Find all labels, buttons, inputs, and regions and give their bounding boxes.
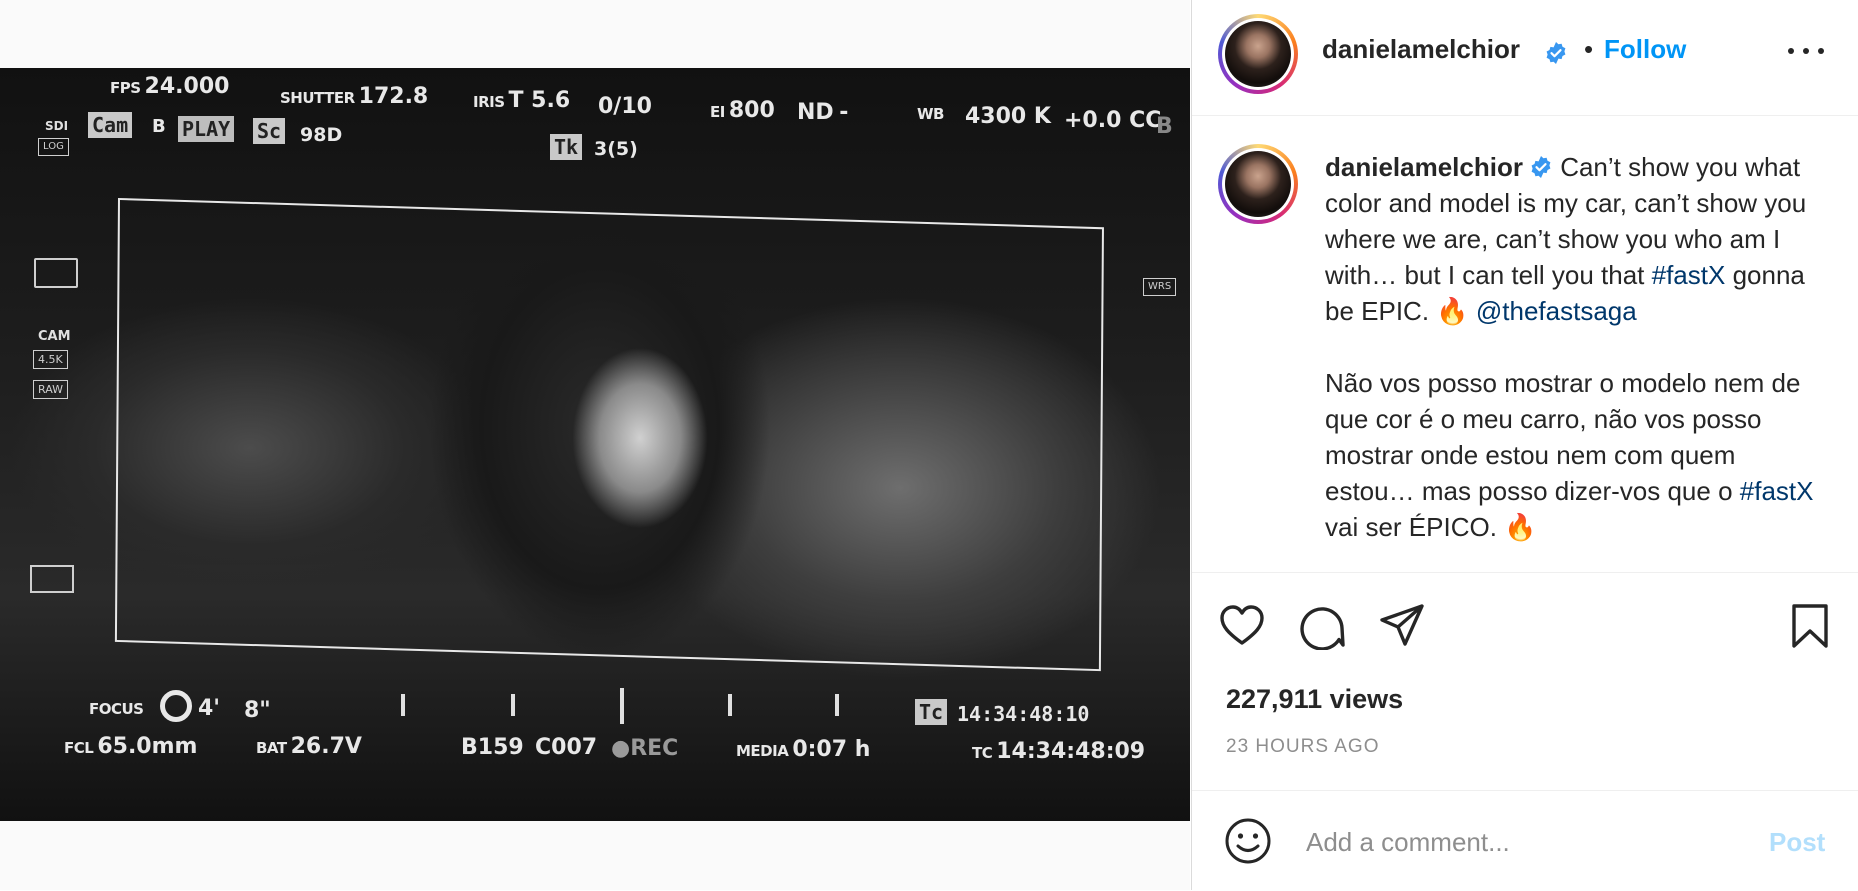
verified-badge-icon	[1546, 42, 1566, 64]
hud-reel: B159	[461, 735, 524, 760]
caption-avatar[interactable]	[1218, 144, 1298, 224]
post-timestamp[interactable]: 23 HOURS AGO	[1226, 736, 1380, 758]
hud-wrs: WRS	[1143, 278, 1177, 296]
post-comment-button[interactable]: Post	[1769, 827, 1825, 858]
hud-ei: EI 800	[710, 98, 775, 123]
hud-res: 4.5K	[33, 350, 68, 369]
hashtag-link[interactable]: #fastX	[1740, 476, 1814, 506]
hud-media: MEDIA 0:07 h	[736, 737, 871, 762]
caption-text: danielamelchior Can’t show you what colo…	[1325, 149, 1825, 545]
hud-cam-side: CAM	[38, 329, 71, 344]
hud-focus-in: 8"	[244, 698, 271, 723]
comment-input[interactable]	[1304, 819, 1748, 865]
hud-fcl: FCL 65.0mm	[64, 734, 198, 759]
hud-nd: ND -	[797, 100, 849, 125]
verified-badge-icon	[1531, 156, 1551, 178]
send-icon[interactable]	[1378, 602, 1426, 650]
focus-scale-tick	[835, 694, 839, 716]
header-separator: •	[1584, 34, 1594, 64]
avatar-image	[1225, 21, 1291, 87]
comment-bar: Post	[1192, 790, 1858, 891]
hud-tk-value: 3(5)	[594, 138, 638, 160]
avatar[interactable]	[1218, 14, 1298, 94]
heart-icon[interactable]	[1218, 602, 1266, 650]
hud-fps: FPS 24.000	[110, 74, 230, 99]
avatar-border	[1222, 18, 1294, 90]
hud-tk-box: Tk	[550, 134, 583, 160]
focus-scale-tick	[620, 688, 624, 724]
hud-cam-value: B	[152, 116, 166, 137]
media-area: FPS 24.000 SHUTTER 172.8 IRIS T 5.6 0/10 EI…	[0, 0, 1190, 890]
caption-username[interactable]: danielamelchior	[1325, 152, 1523, 182]
mention-link[interactable]: @thefastsaga	[1476, 296, 1637, 326]
more-icon[interactable]	[1786, 46, 1826, 58]
hud-bat: BAT 26.7V	[256, 734, 362, 759]
bookmark-icon[interactable]	[1786, 602, 1834, 650]
hud-clip: C007	[535, 735, 598, 760]
hud-log: LOG	[38, 138, 69, 156]
hud-sdi: SDI	[45, 119, 69, 133]
hud-wb: WB	[917, 105, 944, 123]
hud-focus-ft: 4'	[198, 696, 221, 721]
hud-tc: TC 14:34:48:09	[972, 739, 1146, 764]
caption-body-pt-cont: vai ser ÉPICO. 🔥	[1325, 512, 1537, 542]
hud-iris-fraction: 0/10	[598, 94, 652, 119]
hud-wb-value: 4300 K	[965, 104, 1051, 129]
hud-cam-box: Cam	[88, 112, 133, 138]
hud-cc: +0.0 CC	[1064, 108, 1162, 133]
hud-play-box: PLAY	[178, 116, 235, 142]
focus-scale-tick	[728, 694, 732, 716]
hud-focus-ring	[160, 690, 192, 722]
hud-sc-value: 98D	[300, 124, 343, 146]
hud-tc-box: Tc	[915, 699, 948, 725]
avatar-border	[1222, 148, 1294, 220]
frame-guide-overlay	[114, 198, 1104, 672]
hud-rec: ●REC	[611, 736, 679, 761]
hud-sc-box: Sc	[253, 118, 286, 144]
hashtag-link[interactable]: #fastX	[1652, 260, 1726, 290]
caption-area: danielamelchior Can’t show you what colo…	[1192, 116, 1858, 573]
hud-focus: FOCUS	[89, 700, 144, 718]
focus-scale-tick	[511, 694, 515, 716]
focus-scale-tick	[401, 694, 405, 716]
emoji-icon[interactable]	[1224, 817, 1272, 865]
post-actions	[1192, 572, 1858, 682]
comment-icon[interactable]	[1298, 602, 1346, 650]
header-username[interactable]: danielamelchior	[1322, 34, 1520, 65]
caption-body-pt: Não vos posso mostrar o modelo nem de qu…	[1325, 368, 1801, 506]
hud-b-marker: B	[1156, 114, 1173, 139]
hud-monitor-icon	[34, 258, 78, 288]
hud-shutter: SHUTTER 172.8	[280, 84, 429, 109]
follow-button[interactable]: Follow	[1604, 34, 1686, 65]
hud-lock-icon	[30, 565, 74, 593]
post-side-panel: danielamelchior • Follow danielamelchior…	[1191, 0, 1858, 890]
view-count[interactable]: 227,911 views	[1226, 684, 1403, 715]
hud-raw: RAW	[33, 380, 68, 399]
post-video[interactable]: FPS 24.000 SHUTTER 172.8 IRIS T 5.6 0/10 EI…	[0, 68, 1190, 821]
avatar-image	[1225, 151, 1291, 217]
hud-iris: IRIS T 5.6	[473, 88, 571, 113]
hud-tc-box-value: 14:34:48:10	[957, 702, 1090, 726]
post-header: danielamelchior • Follow	[1192, 0, 1858, 116]
